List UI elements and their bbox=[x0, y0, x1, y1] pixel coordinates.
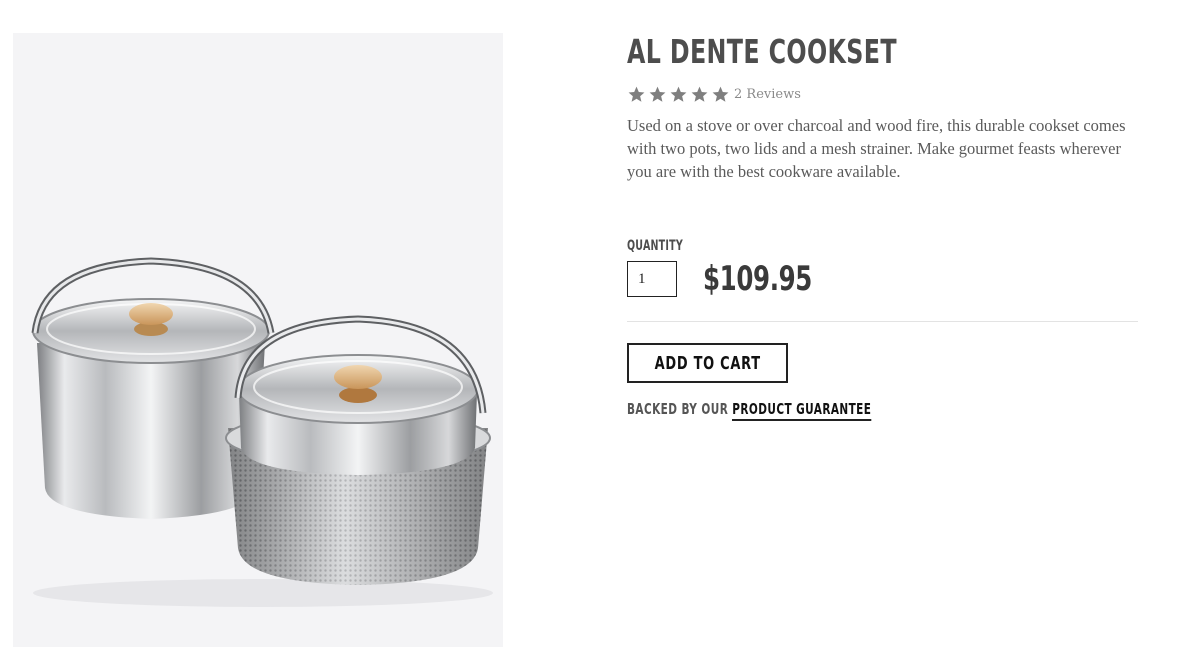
product-rating[interactable]: 2 Reviews bbox=[627, 84, 801, 104]
product-guarantee-link[interactable]: PRODUCT GUARANTEE bbox=[732, 400, 872, 421]
product-description: Used on a stove or over charcoal and woo… bbox=[627, 116, 1126, 181]
star-rating bbox=[627, 85, 730, 104]
reviews-link[interactable]: 2 Reviews bbox=[734, 87, 801, 102]
quantity-label: QUANTITY bbox=[627, 238, 683, 254]
star-icon bbox=[691, 86, 708, 102]
product-title: AL DENTE COOKSET bbox=[627, 32, 897, 71]
star-icon bbox=[628, 86, 645, 102]
star-icon bbox=[712, 86, 729, 102]
product-details: AL DENTE COOKSET 2 Reviews Used on a sto… bbox=[627, 30, 1139, 421]
guarantee-note: BACKED BY OUR PRODUCT GUARANTEE bbox=[627, 400, 872, 421]
product-image[interactable] bbox=[13, 33, 503, 647]
product-price: $109.95 bbox=[703, 259, 812, 299]
guarantee-prefix: BACKED BY OUR bbox=[627, 400, 729, 418]
divider bbox=[627, 321, 1138, 322]
cookset-illustration bbox=[31, 257, 493, 607]
star-icon bbox=[649, 86, 666, 102]
quantity-input[interactable] bbox=[627, 261, 677, 297]
star-icon bbox=[670, 86, 687, 102]
add-to-cart-button[interactable]: ADD TO CART bbox=[627, 343, 788, 383]
add-to-cart-label: ADD TO CART bbox=[654, 352, 761, 374]
